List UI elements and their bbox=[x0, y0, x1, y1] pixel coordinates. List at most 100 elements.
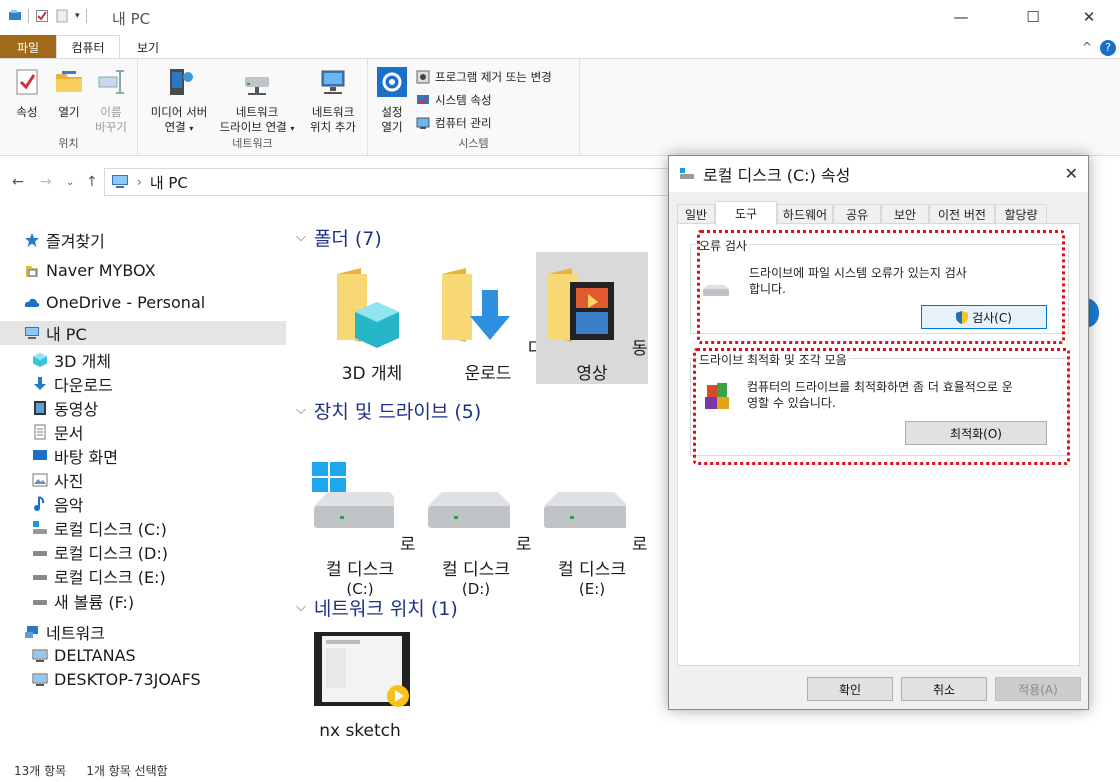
nav-item-onedrive[interactable]: OneDrive - Personal bbox=[24, 293, 205, 312]
tab-sharing[interactable]: 공유 bbox=[833, 204, 881, 224]
music-icon bbox=[34, 496, 45, 511]
tab-file[interactable]: 파일 bbox=[0, 35, 56, 59]
dropdown-arrow-icon: ▾ bbox=[189, 124, 194, 133]
mybox-icon bbox=[26, 265, 38, 277]
pc-icon bbox=[25, 327, 39, 339]
customize-dropdown-icon[interactable]: ▾ bbox=[75, 11, 80, 21]
ribbon-tabs: 파일 컴퓨터 보기 bbox=[0, 35, 1120, 59]
status-bar: 13개 항목 1개 항목 선택함 bbox=[0, 758, 1120, 782]
nav-item-deltanas[interactable]: DELTANAS bbox=[32, 646, 136, 665]
nav-item-pictures[interactable]: 사진 bbox=[32, 468, 83, 492]
picture-icon bbox=[32, 473, 48, 487]
system-properties-icon bbox=[417, 95, 429, 105]
computer-management-button[interactable]: 컴퓨터 관리 bbox=[416, 115, 492, 131]
properties-button[interactable]: 속성 bbox=[8, 67, 46, 120]
open-folder-icon bbox=[56, 71, 82, 92]
nav-item-this-pc[interactable]: 내 PC bbox=[0, 321, 286, 345]
network-item-nx-sketch[interactable]: nx sketch bbox=[304, 618, 416, 741]
selection-count: 1개 항목 선택함 bbox=[86, 763, 168, 778]
breadcrumb-current[interactable]: 내 PC bbox=[150, 172, 188, 193]
pc-icon bbox=[112, 175, 128, 188]
back-arrow-icon[interactable]: ← bbox=[12, 174, 24, 190]
nav-item-documents[interactable]: 문서 bbox=[32, 420, 83, 444]
drive-d[interactable]: 로컬 디스크 (D:) bbox=[420, 448, 532, 598]
drive-c-icon bbox=[33, 521, 47, 534]
nav-item-desktop[interactable]: 바탕 화면 bbox=[32, 444, 118, 468]
toolbar-divider bbox=[28, 9, 29, 23]
rename-icon bbox=[98, 70, 124, 94]
video-icon bbox=[34, 401, 46, 415]
drive-icon bbox=[33, 551, 47, 556]
uninstall-icon bbox=[416, 70, 430, 84]
uninstall-program-button[interactable]: 프로그램 제거 또는 변경 bbox=[416, 69, 552, 85]
folder-videos[interactable]: 동영상 bbox=[536, 252, 648, 384]
folder-downloads[interactable]: 다운로드 bbox=[432, 252, 544, 384]
optimize-highlight bbox=[693, 348, 1070, 465]
help-icon[interactable]: ? bbox=[1100, 40, 1116, 56]
nav-item-downloads[interactable]: 다운로드 bbox=[32, 372, 113, 396]
nav-item-new-volume-f[interactable]: 새 볼륨 (F:) bbox=[32, 589, 134, 613]
nav-item-naver-mybox[interactable]: Naver MYBOX bbox=[24, 261, 156, 280]
computer-icon bbox=[32, 673, 48, 686]
explorer-icon[interactable] bbox=[8, 9, 22, 23]
network-locations-section-header[interactable]: ⌵ 네트워크 위치 (1) bbox=[296, 594, 458, 621]
folder-3d-objects[interactable]: 3D 개체 bbox=[316, 252, 428, 384]
drive-c[interactable]: 로컬 디스크 (C:) bbox=[304, 448, 416, 598]
tab-view[interactable]: 보기 bbox=[120, 35, 176, 59]
media-server-button[interactable]: 미디어 서버 연결 ▾ bbox=[144, 67, 214, 136]
apply-button[interactable]: 적용(A) bbox=[995, 677, 1081, 701]
up-arrow-icon[interactable]: ↑ bbox=[86, 174, 98, 190]
nav-item-music[interactable]: 음악 bbox=[32, 492, 83, 516]
desktop-icon bbox=[33, 450, 47, 460]
network-group: 미디어 서버 연결 ▾ 네트워크 드라이브 연결 ▾ 네트워크 위치 추가 네트… bbox=[138, 59, 368, 155]
tab-hardware[interactable]: 하드웨어 bbox=[777, 204, 833, 224]
nav-item-local-disk-c[interactable]: 로컬 디스크 (C:) bbox=[32, 516, 167, 540]
map-network-drive-button[interactable]: 네트워크 드라이브 연결 ▾ bbox=[212, 67, 302, 136]
nav-item-local-disk-d[interactable]: 로컬 디스크 (D:) bbox=[32, 540, 168, 564]
new-folder-icon[interactable] bbox=[55, 9, 69, 23]
system-properties-button[interactable]: 시스템 속성 bbox=[416, 92, 492, 108]
windows-drive-icon bbox=[312, 462, 403, 528]
nav-item-desktop-73joafs[interactable]: DESKTOP-73JOAFS bbox=[32, 670, 201, 689]
add-network-location-button[interactable]: 네트워크 위치 추가 bbox=[302, 67, 364, 135]
address-bar[interactable]: › 내 PC bbox=[104, 168, 674, 196]
collapse-chevron-icon: ⌵ bbox=[296, 230, 306, 245]
devices-section-header[interactable]: ⌵ 장치 및 드라이브 (5) bbox=[296, 397, 481, 424]
tab-quota[interactable]: 할당량 bbox=[995, 204, 1047, 224]
cancel-button[interactable]: 취소 bbox=[901, 677, 987, 701]
collapse-ribbon-icon[interactable]: ^ bbox=[1082, 40, 1092, 54]
media-server-icon bbox=[170, 69, 193, 95]
ok-button[interactable]: 확인 bbox=[807, 677, 893, 701]
properties-check-icon[interactable] bbox=[35, 9, 49, 23]
minimize-button[interactable]: — bbox=[938, 0, 984, 34]
rename-button[interactable]: 이름 바꾸기 bbox=[90, 67, 132, 135]
nav-item-3d-objects[interactable]: 3D 개체 bbox=[32, 348, 111, 372]
nav-item-videos[interactable]: 동영상 bbox=[32, 396, 98, 420]
tab-security[interactable]: 보안 bbox=[881, 204, 929, 224]
tab-general[interactable]: 일반 bbox=[677, 204, 715, 224]
folder-3d-icon bbox=[337, 268, 399, 348]
drive-e[interactable]: 로컬 디스크 (E:) bbox=[536, 448, 648, 598]
download-icon bbox=[34, 377, 46, 390]
open-settings-button[interactable]: 설정 열기 bbox=[372, 67, 412, 135]
nav-item-local-disk-e[interactable]: 로컬 디스크 (E:) bbox=[32, 564, 166, 588]
forward-arrow-icon[interactable]: → bbox=[40, 174, 52, 190]
folders-section-header[interactable]: ⌵ 폴더 (7) bbox=[296, 224, 382, 251]
tab-previous-versions[interactable]: 이전 버전 bbox=[929, 204, 995, 224]
recent-locations-icon[interactable]: ⌄ bbox=[66, 177, 74, 188]
video-file-thumbnail-icon bbox=[314, 632, 410, 707]
tab-tools[interactable]: 도구 bbox=[715, 201, 777, 225]
dropdown-arrow-icon: ▾ bbox=[290, 124, 295, 133]
network-location-icon bbox=[321, 70, 345, 94]
ribbon: 속성 열기 이름 바꾸기 위치 미디어 서버 연결 ▾ 네트워크 드라이브 연결… bbox=[0, 58, 1120, 156]
maximize-button[interactable]: ☐ bbox=[1010, 0, 1056, 34]
dialog-close-button[interactable]: ✕ bbox=[1065, 164, 1078, 183]
tab-computer[interactable]: 컴퓨터 bbox=[56, 35, 120, 59]
location-group: 속성 열기 이름 바꾸기 위치 bbox=[0, 59, 138, 155]
nav-item-favorites[interactable]: 즐겨찾기 bbox=[24, 228, 105, 252]
open-button[interactable]: 열기 bbox=[50, 67, 88, 120]
nav-item-network[interactable]: 네트워크 bbox=[24, 620, 105, 644]
drive-icon bbox=[33, 600, 47, 605]
close-button[interactable]: ✕ bbox=[1066, 0, 1112, 34]
system-group-label: 시스템 bbox=[458, 137, 489, 150]
